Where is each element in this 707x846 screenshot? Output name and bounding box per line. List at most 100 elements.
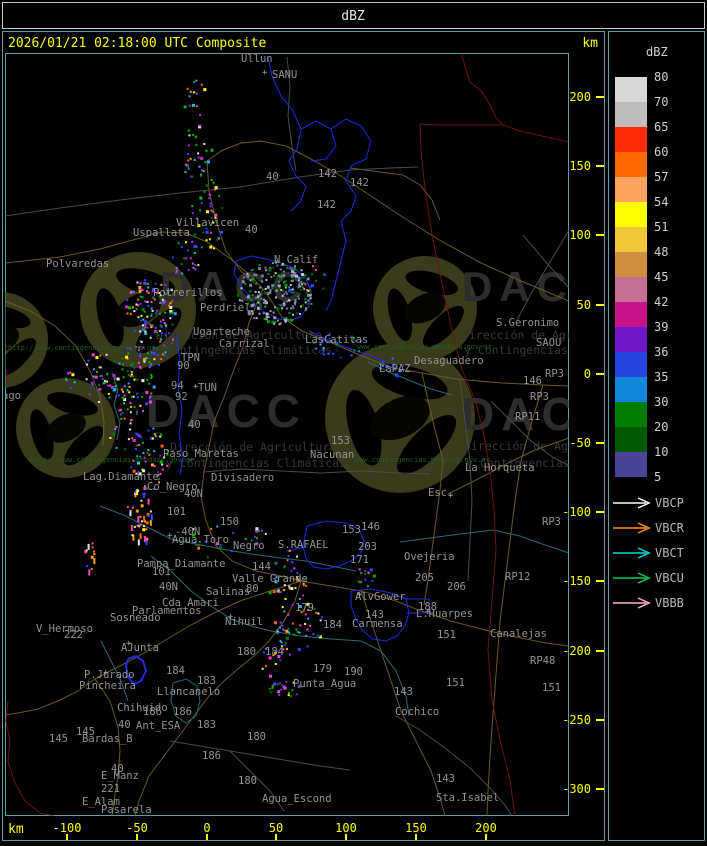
map-label: Uspallata xyxy=(133,227,190,239)
radar-echo xyxy=(150,300,153,303)
radar-echo xyxy=(301,304,304,307)
radar-echo xyxy=(109,384,112,387)
radar-echo xyxy=(98,384,100,387)
radar-echo xyxy=(139,282,142,285)
radar-echo xyxy=(307,302,310,305)
radar-echo xyxy=(161,468,164,471)
radar-echo xyxy=(93,553,96,555)
radar-echo xyxy=(253,535,256,538)
radar-echo xyxy=(153,346,156,349)
radar-echo xyxy=(315,347,318,350)
map-label: 180 xyxy=(237,646,256,658)
radar-echo xyxy=(199,124,202,127)
radar-echo xyxy=(133,406,136,409)
radar-echo xyxy=(185,257,188,260)
radar-echo xyxy=(130,406,133,408)
radar-echo xyxy=(147,514,150,517)
radar-echo xyxy=(164,324,167,327)
scale-value: 20 xyxy=(654,420,668,434)
radar-echo xyxy=(306,628,309,631)
radar-echo xyxy=(310,302,313,305)
radar-echo xyxy=(280,684,283,687)
radar-echo xyxy=(188,95,191,98)
radar-echo xyxy=(112,374,116,378)
map-label: Agua_Toro xyxy=(172,534,229,546)
scale-swatch xyxy=(615,427,647,452)
radar-echo xyxy=(131,506,134,509)
radar-echo xyxy=(296,631,299,633)
radar-echo xyxy=(286,300,288,303)
radar-echo xyxy=(143,486,147,490)
y-axis-label: -200 xyxy=(562,644,591,658)
radar-echo xyxy=(278,694,281,697)
radar-echo xyxy=(164,311,166,314)
radar-echo xyxy=(208,193,211,196)
y-axis-label: -300 xyxy=(562,782,591,796)
map-label: Pasarela xyxy=(101,804,152,816)
radar-echo xyxy=(358,568,361,571)
scale-swatch xyxy=(615,227,647,252)
radar-echo xyxy=(339,356,342,359)
radar-echo xyxy=(288,299,291,302)
radar-echo xyxy=(151,309,154,312)
radar-echo xyxy=(264,532,267,535)
map-label: Ovejeria xyxy=(404,551,455,563)
map-label: LaPAZ xyxy=(379,363,411,375)
map-label: Desaguadero xyxy=(414,355,484,367)
radar-echo xyxy=(315,611,318,614)
radar-echo xyxy=(296,555,298,558)
radar-echo xyxy=(175,271,178,274)
radar-echo xyxy=(297,279,300,282)
radar-echo xyxy=(101,374,103,377)
radar-echo xyxy=(200,202,203,204)
radar-echo xyxy=(371,580,374,582)
map-label: 143 xyxy=(394,686,413,698)
map-label: 206 xyxy=(447,581,466,593)
radar-echo xyxy=(163,344,165,347)
radar-echo xyxy=(123,402,126,405)
radar-echo xyxy=(146,326,149,329)
url-watermark: http://www.contingencias.mendoza.gov.ar xyxy=(8,344,172,352)
x-axis-tick xyxy=(275,834,277,840)
radar-echo xyxy=(283,270,286,273)
radar-echo xyxy=(161,298,164,301)
radar-echo xyxy=(294,587,297,590)
map-label: 40 xyxy=(266,171,279,183)
radar-echo xyxy=(200,83,203,86)
radar-echo xyxy=(141,441,144,444)
radar-echo xyxy=(192,91,195,94)
x-axis-tick xyxy=(345,834,347,840)
radar-echo xyxy=(129,510,132,517)
radar-echo xyxy=(128,306,131,310)
radar-echo xyxy=(281,272,284,275)
radar-echo xyxy=(135,303,138,306)
radar-echo xyxy=(255,527,259,531)
radar-echo xyxy=(140,314,143,317)
radar-echo xyxy=(91,546,94,549)
radar-echo xyxy=(287,554,290,557)
radar-echo xyxy=(264,266,267,269)
radar-echo xyxy=(136,412,138,415)
radar-echo xyxy=(92,385,95,388)
radar-echo xyxy=(101,378,104,381)
radar-echo xyxy=(149,324,152,327)
radar-echo xyxy=(212,181,215,184)
station-cross-icon: + xyxy=(103,668,109,678)
radar-echo xyxy=(286,559,289,562)
radar-echo xyxy=(205,230,209,234)
radar-echo xyxy=(272,311,275,314)
map-label: 40 xyxy=(118,719,131,731)
map-label: 153 xyxy=(331,435,350,447)
radar-echo xyxy=(183,105,187,109)
radar-echo xyxy=(147,286,150,289)
radar-echo xyxy=(246,272,249,275)
radar-echo xyxy=(153,450,156,453)
radar-echo xyxy=(272,266,275,269)
radar-echo xyxy=(251,312,254,315)
radar-echo xyxy=(200,156,204,160)
radar-echo xyxy=(291,603,294,606)
radar-echo xyxy=(291,288,294,291)
radar-echo xyxy=(298,631,301,634)
y-axis-label: -100 xyxy=(562,505,591,519)
radar-echo xyxy=(276,629,279,632)
